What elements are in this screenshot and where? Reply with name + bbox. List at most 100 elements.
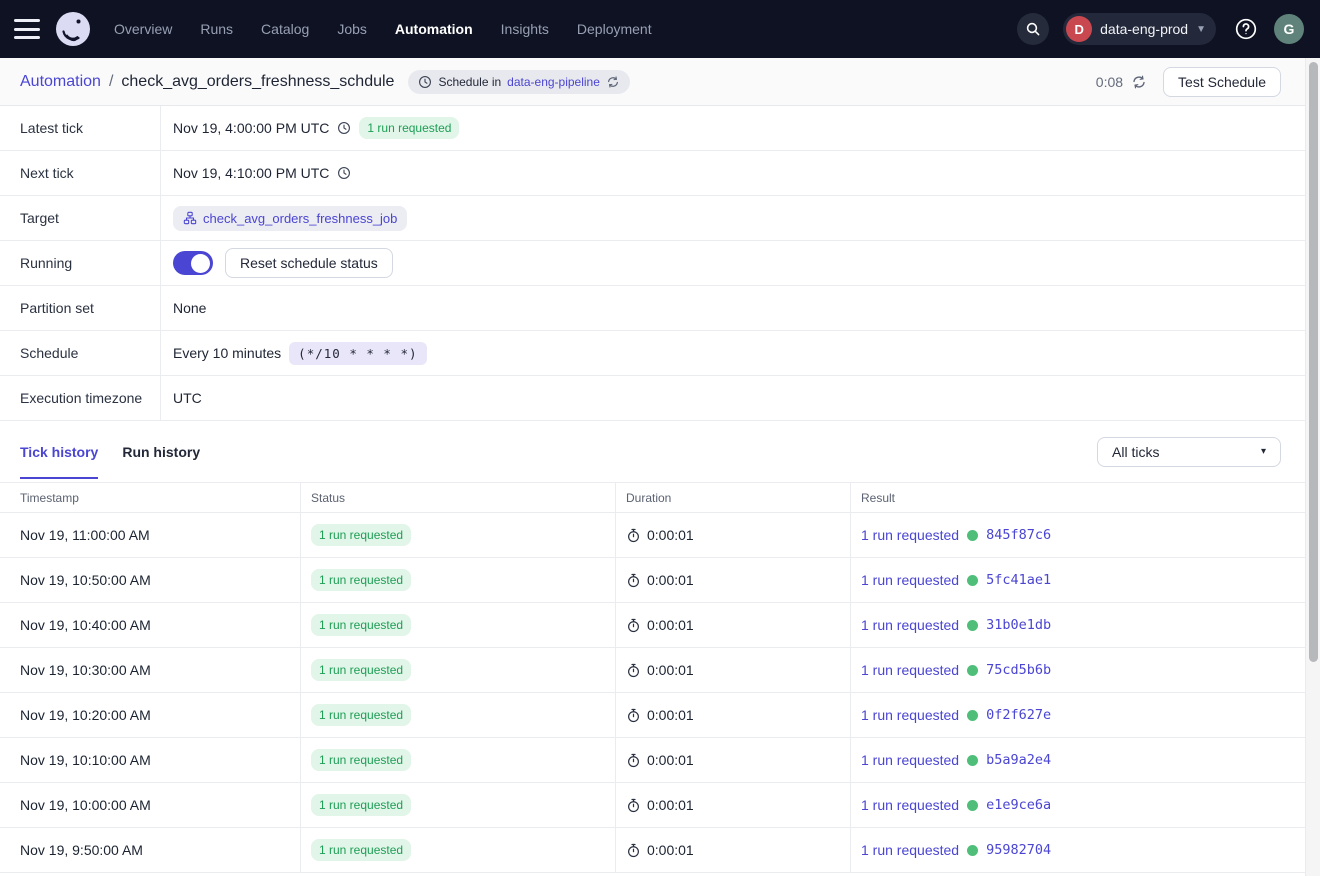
timezone-row: Execution timezone UTC: [0, 376, 1305, 421]
breadcrumb-automation-link[interactable]: Automation: [20, 73, 101, 91]
tick-filter-dropdown[interactable]: All ticks ▾: [1097, 437, 1281, 467]
run-id-link[interactable]: 0f2f627e: [986, 707, 1051, 723]
top-nav: Overview Runs Catalog Jobs Automation Insight…: [0, 0, 1320, 58]
stopwatch-icon: [626, 753, 641, 768]
nav-item-jobs[interactable]: Jobs: [337, 21, 367, 37]
tick-timestamp: Nov 19, 10:30:00 AM: [20, 662, 151, 678]
schedule-row: Schedule Every 10 minutes (*/10 * * * *): [0, 331, 1305, 376]
clock-icon: [418, 75, 432, 89]
run-id-link[interactable]: e1e9ce6a: [986, 797, 1051, 813]
nav-item-overview[interactable]: Overview: [114, 21, 172, 37]
table-row: Nov 19, 10:20:00 AM 1 run requested 0:00…: [0, 693, 1305, 738]
tick-status-badge: 1 run requested: [311, 749, 411, 771]
runs-requested-link[interactable]: 1 run requested: [861, 617, 959, 633]
run-id-link[interactable]: 31b0e1db: [986, 617, 1051, 633]
table-row: Nov 19, 9:50:00 AM 1 run requested 0:00:…: [0, 828, 1305, 873]
help-icon: [1234, 17, 1258, 41]
runs-requested-link[interactable]: 1 run requested: [861, 842, 959, 858]
schedule-value: Every 10 minutes: [173, 345, 281, 361]
target-job-link[interactable]: check_avg_orders_freshness_job: [203, 211, 397, 226]
title-bar: Automation / check_avg_orders_freshness_…: [0, 58, 1305, 106]
hamburger-menu-icon[interactable]: [14, 19, 40, 39]
help-button[interactable]: [1232, 15, 1260, 43]
cron-expression: (*/10 * * * *): [289, 342, 426, 365]
table-header-row: Timestamp Status Duration Result: [0, 483, 1305, 513]
scrollbar-thumb[interactable]: [1309, 62, 1318, 662]
schedule-label: Schedule: [0, 331, 161, 375]
nav-item-automation[interactable]: Automation: [395, 21, 473, 37]
runs-requested-link[interactable]: 1 run requested: [861, 662, 959, 678]
runs-requested-link[interactable]: 1 run requested: [861, 572, 959, 588]
runs-requested-link[interactable]: 1 run requested: [861, 527, 959, 543]
run-id-link[interactable]: 845f87c6: [986, 527, 1051, 543]
tick-status-badge: 1 run requested: [311, 569, 411, 591]
latest-tick-status-badge: 1 run requested: [359, 117, 459, 139]
run-id-link[interactable]: 95982704: [986, 842, 1051, 858]
history-tabs-bar: Tick history Run history All ticks ▾: [0, 421, 1305, 482]
deployment-name: data-eng-prod: [1100, 21, 1188, 37]
run-success-dot-icon: [967, 665, 978, 676]
tick-status-badge: 1 run requested: [311, 524, 411, 546]
table-row: Nov 19, 10:10:00 AM 1 run requested 0:00…: [0, 738, 1305, 783]
nav-item-insights[interactable]: Insights: [501, 21, 549, 37]
table-row: Nov 19, 10:00:00 AM 1 run requested 0:00…: [0, 783, 1305, 828]
tick-duration: 0:00:01: [647, 572, 694, 588]
running-toggle[interactable]: [173, 251, 213, 275]
reset-schedule-status-button[interactable]: Reset schedule status: [225, 248, 393, 278]
tab-run-history[interactable]: Run history: [122, 424, 200, 479]
refresh-icon[interactable]: [1131, 74, 1147, 90]
chevron-down-icon: ▼: [1196, 24, 1206, 35]
runs-requested-link[interactable]: 1 run requested: [861, 752, 959, 768]
pipeline-link[interactable]: data-eng-pipeline: [507, 75, 600, 89]
nav-links: Overview Runs Catalog Jobs Automation Insight…: [114, 21, 652, 37]
job-icon: [183, 211, 197, 225]
tick-filter-value: All ticks: [1112, 444, 1159, 460]
header-timestamp: Timestamp: [0, 483, 300, 512]
breadcrumb-separator: /: [109, 73, 113, 91]
run-id-link[interactable]: b5a9a2e4: [986, 752, 1051, 768]
vertical-scrollbar[interactable]: [1305, 58, 1320, 876]
stopwatch-icon: [626, 708, 641, 723]
tick-timestamp: Nov 19, 10:20:00 AM: [20, 707, 151, 723]
tick-status-badge: 1 run requested: [311, 839, 411, 861]
table-row: Nov 19, 10:30:00 AM 1 run requested 0:00…: [0, 648, 1305, 693]
tick-timestamp: Nov 19, 10:10:00 AM: [20, 752, 151, 768]
deployment-badge: D: [1066, 16, 1092, 42]
deployment-switcher[interactable]: D data-eng-prod ▼: [1063, 13, 1216, 45]
tick-status-badge: 1 run requested: [311, 614, 411, 636]
run-success-dot-icon: [967, 710, 978, 721]
search-icon: [1025, 21, 1041, 37]
clock-icon: [337, 121, 351, 135]
running-label: Running: [0, 241, 161, 285]
schedule-details: Latest tick Nov 19, 4:00:00 PM UTC 1 run…: [0, 106, 1305, 421]
tick-history-table: Timestamp Status Duration Result Nov 19,…: [0, 482, 1305, 873]
nav-item-deployment[interactable]: Deployment: [577, 21, 652, 37]
sync-icon[interactable]: [606, 75, 620, 89]
nav-item-catalog[interactable]: Catalog: [261, 21, 309, 37]
run-success-dot-icon: [967, 620, 978, 631]
tick-duration: 0:00:01: [647, 617, 694, 633]
caret-down-icon: ▾: [1261, 446, 1266, 457]
run-success-dot-icon: [967, 845, 978, 856]
tick-duration: 0:00:01: [647, 842, 694, 858]
dagster-logo-icon[interactable]: [54, 10, 92, 48]
page-title: check_avg_orders_freshness_schdule: [121, 73, 394, 91]
tick-status-badge: 1 run requested: [311, 794, 411, 816]
nav-item-runs[interactable]: Runs: [200, 21, 233, 37]
tab-tick-history[interactable]: Tick history: [20, 424, 98, 479]
run-success-dot-icon: [967, 530, 978, 541]
tick-status-badge: 1 run requested: [311, 704, 411, 726]
runs-requested-link[interactable]: 1 run requested: [861, 797, 959, 813]
run-id-link[interactable]: 5fc41ae1: [986, 572, 1051, 588]
run-id-link[interactable]: 75cd5b6b: [986, 662, 1051, 678]
search-button[interactable]: [1017, 13, 1049, 45]
partition-set-row: Partition set None: [0, 286, 1305, 331]
tick-duration: 0:00:01: [647, 527, 694, 543]
target-job-pill[interactable]: check_avg_orders_freshness_job: [173, 206, 407, 231]
header-status: Status: [300, 483, 615, 512]
user-avatar[interactable]: G: [1274, 14, 1304, 44]
runs-requested-link[interactable]: 1 run requested: [861, 707, 959, 723]
table-row: Nov 19, 10:40:00 AM 1 run requested 0:00…: [0, 603, 1305, 648]
test-schedule-button[interactable]: Test Schedule: [1163, 67, 1281, 97]
partition-set-value: None: [173, 300, 206, 316]
